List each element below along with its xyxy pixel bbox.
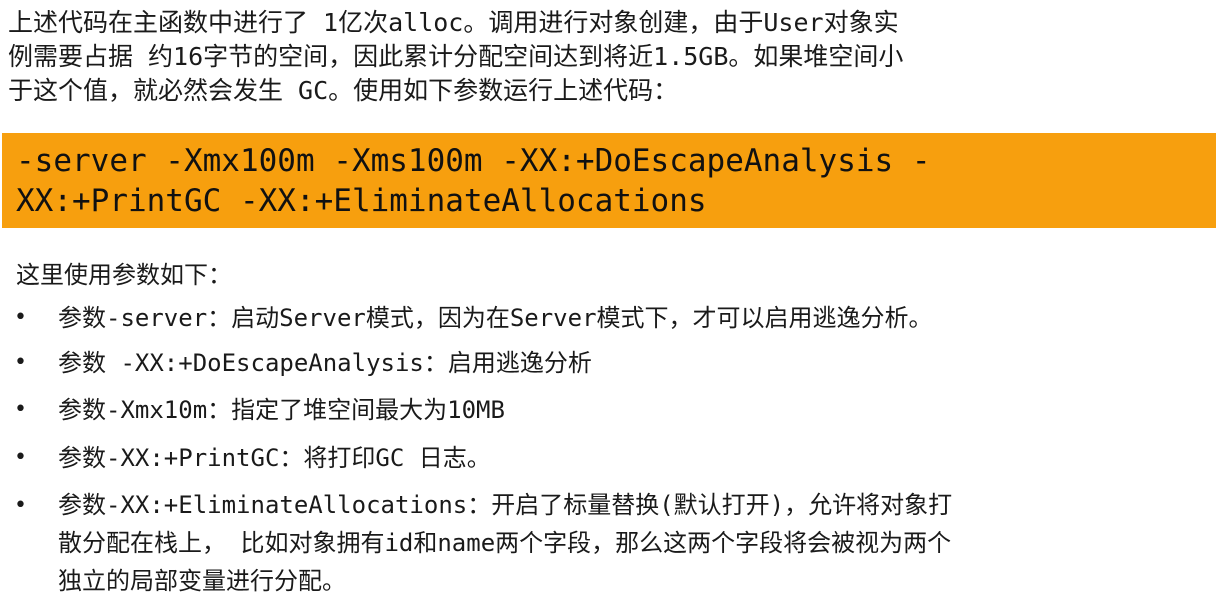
bullet-icon: • [14,305,27,330]
bullet-icon: • [14,445,27,470]
intro-line: 例需要占据 约16字节的空间，因此累计分配空间达到将近1.5GB。如果堆空间小 [8,42,904,71]
list-item-text: 参数-XX:+EliminateAllocations：开启了标量替换(默认打开… [58,486,1188,599]
intro-line: 上述代码在主函数中进行了 1亿次alloc。调用进行对象创建，由于User对象实 [8,8,899,37]
params-heading: 这里使用参数如下： [16,261,232,289]
bullet-icon: • [14,350,27,375]
command-highlight-box: -server -Xmx100m -Xms100m -XX:+DoEscapeA… [2,133,1216,228]
list-item-text: 参数-Xmx10m：指定了堆空间最大为10MB [58,396,505,424]
list-item-text-line: 散分配在栈上， 比如对象拥有id和name两个字段，那么这两个字段将会被视为两个 [58,529,952,557]
list-item-text: 参数-XX:+PrintGC：将打印GC 日志。 [58,444,491,472]
intro-paragraph: 上述代码在主函数中进行了 1亿次alloc。调用进行对象创建，由于User对象实… [8,6,1198,108]
list-item-text-line: 参数-XX:+EliminateAllocations：开启了标量替换(默认打开… [58,491,953,519]
list-item-text-line: 独立的局部变量进行分配。 [58,567,346,595]
intro-line: 于这个值，就必然会发生 GC。使用如下参数运行上述代码： [8,76,679,105]
command-line: XX:+PrintGC -XX:+EliminateAllocations [16,183,707,219]
bullet-icon: • [14,397,27,422]
command-line: -server -Xmx100m -Xms100m -XX:+DoEscapeA… [16,143,931,179]
list-item-text: 参数-server：启动Server模式，因为在Server模式下，才可以启用逃… [58,304,933,332]
list-item-text: 参数 -XX:+DoEscapeAnalysis：启用逃逸分析 [58,349,592,377]
bullet-icon: • [14,493,27,518]
